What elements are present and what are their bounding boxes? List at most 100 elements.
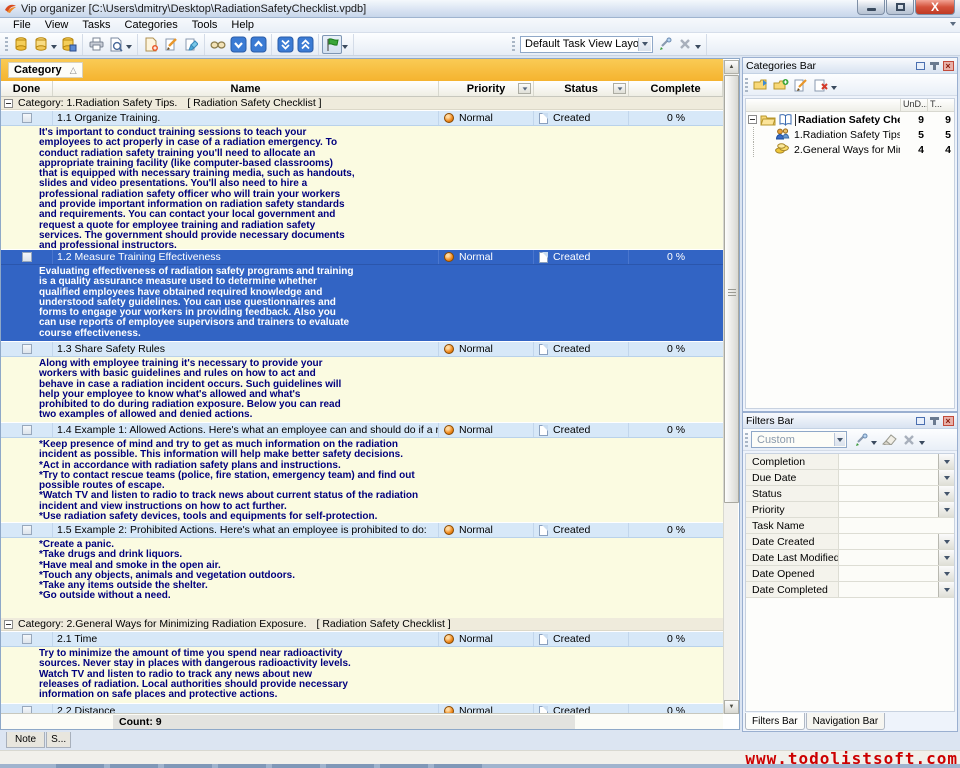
filter-combo-arrow[interactable] [834,433,845,446]
filter-value-input[interactable] [839,486,938,501]
task-description-1-3[interactable]: Along with employee training it's necess… [1,357,723,422]
task-name[interactable]: 2.1 Time [53,632,439,646]
done-checkbox[interactable] [22,425,32,435]
maximize-button[interactable] [886,0,914,15]
done-checkbox[interactable] [22,252,32,262]
delete-layout-button[interactable] [675,35,695,54]
task-name[interactable]: 1.3 Share Safety Rules [53,342,439,356]
collapse-group-icon[interactable] [4,620,13,629]
new-category-button[interactable] [751,75,771,94]
toolbar-drag-handle[interactable] [5,37,8,51]
done-cell[interactable] [1,250,53,264]
task-row-1-3[interactable]: 1.3 Share Safety Rules Normal Created 0 … [1,341,723,357]
done-checkbox[interactable] [22,634,32,644]
scrollbar-thumb[interactable] [724,75,739,503]
column-header-done[interactable]: Done [1,81,53,96]
scroll-up-button[interactable]: ▲ [724,60,739,74]
close-button[interactable]: X [915,0,955,15]
status-filter-button[interactable] [613,83,626,94]
print-dropdown-icon[interactable] [126,45,132,49]
filter-dropdown-button[interactable] [938,486,954,501]
task-description-2-1[interactable]: Try to minimize the amount of time you s… [1,647,723,703]
apply-filter-dropdown-icon[interactable] [871,441,877,445]
panel-restore-button[interactable] [914,60,926,71]
task-name[interactable]: 1.4 Example 1: Allowed Actions. Here's w… [53,423,439,437]
priority-cell[interactable]: Normal [439,632,534,646]
filter-dropdown-button[interactable] [938,582,954,597]
priority-cell[interactable]: Normal [439,111,534,125]
priority-cell[interactable]: Normal [439,342,534,356]
scroll-down-button[interactable]: ▼ [724,700,739,714]
tree-row-category-1[interactable]: 1.Radiation Safety Tips. 5 5 [746,127,954,142]
tab-navigation-bar[interactable]: Navigation Bar [806,713,886,730]
filter-dropdown-button[interactable] [938,550,954,565]
filter-value-input[interactable] [839,502,938,517]
layout-drag-handle[interactable] [512,37,515,51]
menu-categories[interactable]: Categories [118,19,185,31]
done-cell[interactable] [1,342,53,356]
task-row-1-1[interactable]: 1.1 Organize Training. Normal Created 0 … [1,110,723,126]
task-name[interactable]: 1.5 Example 2: Prohibited Actions. Here'… [53,523,439,537]
panel-restore-button[interactable] [914,415,926,426]
flag-button[interactable] [322,35,342,54]
print-preview-button[interactable] [106,35,126,54]
menu-tools[interactable]: Tools [185,19,225,31]
complete-cell[interactable]: 0 % [629,111,723,125]
status-cell[interactable]: Created [534,250,629,264]
column-total[interactable]: T... [927,99,954,111]
new-task-button[interactable] [141,35,161,54]
status-cell[interactable]: Created [534,111,629,125]
priority-cell[interactable]: Normal [439,250,534,264]
group-row-2[interactable]: Category: 2.General Ways for Minimizing … [1,618,723,631]
panel-pin-button[interactable] [928,60,940,71]
toolbar-drag-handle[interactable] [745,78,748,92]
delete-task-button[interactable] [181,35,201,54]
column-header-name[interactable]: Name [53,81,439,96]
delete-category-button[interactable] [811,75,831,94]
move-to-top-button[interactable] [295,35,315,54]
apply-filter-button[interactable] [851,430,871,449]
apply-layout-button[interactable] [655,35,675,54]
priority-cell[interactable]: Normal [439,423,534,437]
filter-value-input[interactable] [839,534,938,549]
column-undone[interactable]: UnD... [900,99,927,111]
task-row-2-1[interactable]: 2.1 Time Normal Created 0 % [1,631,723,647]
done-cell[interactable] [1,111,53,125]
menu-view[interactable]: View [38,19,76,31]
menu-overflow-icon[interactable] [950,22,956,26]
filter-value-input[interactable] [839,454,938,469]
edit-task-button[interactable] [161,35,181,54]
complete-cell[interactable]: 0 % [629,523,723,537]
complete-cell[interactable]: 0 % [629,250,723,264]
delete-filter-button[interactable] [899,430,919,449]
group-by-category-button[interactable]: Category △ [8,62,83,78]
task-row-1-5[interactable]: 1.5 Example 2: Prohibited Actions. Here'… [1,522,723,538]
collapse-tree-icon[interactable] [748,115,757,124]
task-name[interactable]: 1.2 Measure Training Effectiveness [53,250,439,264]
menu-help[interactable]: Help [224,19,261,31]
panel-close-button[interactable]: × [942,60,954,71]
tab-filters-bar[interactable]: Filters Bar [745,713,805,730]
filter-dropdown-button[interactable] [938,502,954,517]
done-checkbox[interactable] [22,113,32,123]
done-checkbox[interactable] [22,344,32,354]
task-view-layout-combo[interactable]: Default Task View Layout [520,36,653,53]
filter-dropdown-button[interactable] [938,470,954,485]
tree-row-category-2[interactable]: 2.General Ways for Minimizir 4 4 [746,142,954,157]
filter-dropdown-button[interactable] [938,454,954,469]
task-description-1-4[interactable]: *Keep presence of mind and try to get as… [1,438,723,522]
task-name[interactable]: 1.1 Organize Training. [53,111,439,125]
open-database-button[interactable] [31,35,51,54]
new-subcategory-button[interactable] [771,75,791,94]
done-checkbox[interactable] [22,525,32,535]
priority-cell[interactable]: Normal [439,523,534,537]
done-cell[interactable] [1,423,53,437]
print-button[interactable] [86,35,106,54]
task-row-1-2-selected[interactable]: 1.2 Measure Training Effectiveness Norma… [1,249,723,265]
done-cell[interactable] [1,632,53,646]
collapse-group-icon[interactable] [4,99,13,108]
priority-filter-button[interactable] [518,83,531,94]
filter-value-input[interactable] [839,518,954,533]
move-down-button[interactable] [228,35,248,54]
filters-toolbar-overflow-icon[interactable] [919,441,925,445]
